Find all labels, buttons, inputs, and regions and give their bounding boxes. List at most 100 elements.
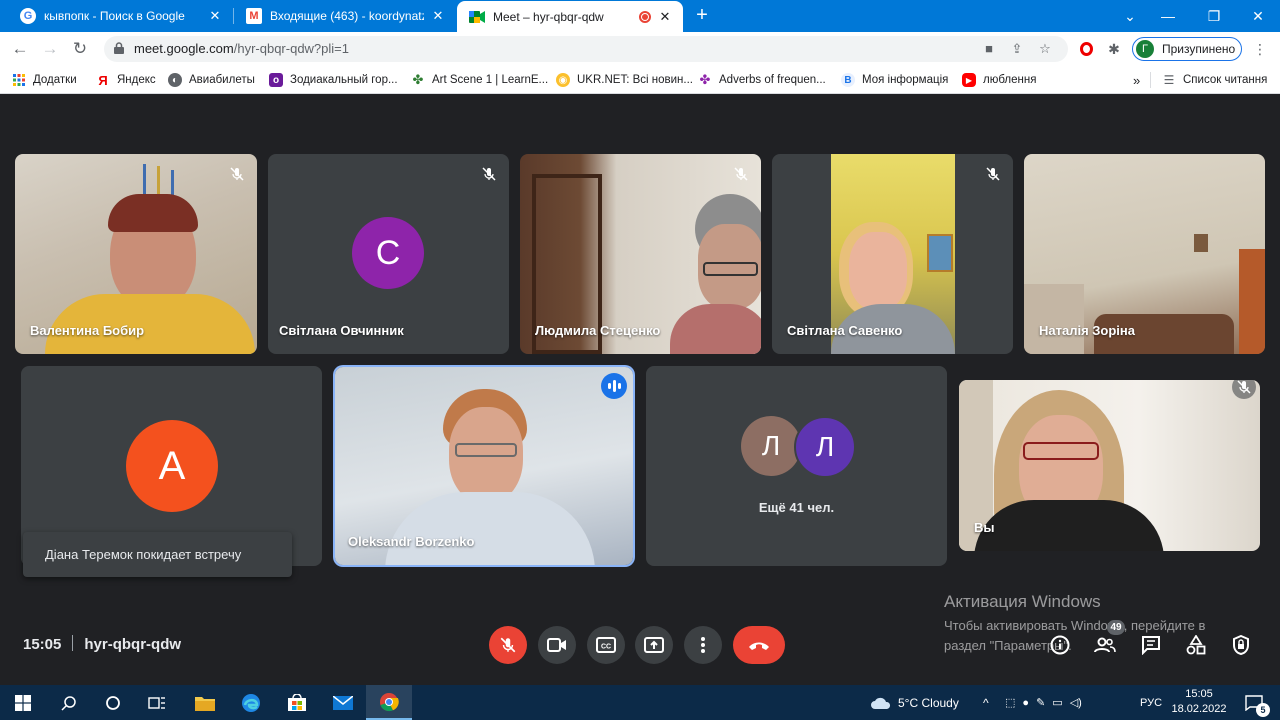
participant-tile[interactable]: Наталія Зоріна — [1024, 154, 1265, 354]
mail-icon[interactable] — [320, 685, 366, 720]
star-icon[interactable]: ☆ — [1036, 41, 1054, 57]
bookmark-apps[interactable]: Додатки — [12, 71, 77, 89]
back-button[interactable]: ← — [8, 37, 32, 61]
bookmark-label: Додатки — [33, 74, 77, 86]
tab-title: кывпопк - Поиск в Google — [44, 9, 185, 23]
pen-icon[interactable]: ✎ — [1036, 696, 1045, 709]
bookmarks-bar: Додатки Я Яндекс ◐ Авиабилеты o Зодиакал… — [0, 66, 1280, 94]
curtain — [1239, 249, 1265, 354]
minimize-button[interactable]: — — [1145, 0, 1191, 32]
speaker-icon[interactable]: ◁) — [1070, 696, 1082, 709]
store-icon[interactable] — [274, 685, 320, 720]
call-end-icon — [749, 642, 769, 650]
url-path: /hyr-qbqr-qdw?pli=1 — [233, 41, 349, 56]
mic-toggle-button[interactable] — [489, 626, 527, 664]
cloud-icon — [871, 697, 891, 709]
meet-tray-icon[interactable]: ⬚ — [1005, 696, 1015, 709]
reading-list-label: Список читання — [1183, 74, 1268, 86]
close-icon[interactable]: ✕ — [207, 8, 223, 24]
camera-icon[interactable]: ■ — [980, 41, 998, 57]
activities-icon[interactable] — [1183, 632, 1209, 658]
participant-tile[interactable]: Світлана Савенко — [772, 154, 1013, 354]
reload-button[interactable]: ↻ — [68, 37, 92, 61]
google-icon: G — [20, 8, 36, 24]
participant-tile[interactable]: С Світлана Овчинник — [268, 154, 509, 354]
notifications-icon[interactable]: 5 — [1234, 685, 1274, 720]
show-hidden-icons[interactable]: ^ — [983, 685, 989, 720]
closed-captions-icon: CC — [596, 637, 616, 653]
people-icon[interactable] — [1092, 632, 1118, 658]
search-icon[interactable] — [46, 685, 92, 720]
muted-mic-icon — [1232, 380, 1256, 399]
muted-mic-icon — [225, 162, 249, 186]
close-window-button[interactable]: ✕ — [1235, 0, 1280, 32]
person-glasses — [703, 262, 758, 276]
clover-purple-icon: ✤ — [699, 72, 711, 87]
address-bar[interactable]: meet.google.com/hyr-qbqr-qdw?pli=1 ■ ⇪ ☆ — [104, 36, 1068, 62]
meeting-details-icon[interactable] — [1047, 632, 1073, 658]
more-options-button[interactable] — [684, 626, 722, 664]
network-icon[interactable]: ▭ — [1052, 696, 1062, 709]
captions-button[interactable]: CC — [587, 626, 625, 664]
forward-button[interactable]: → — [38, 37, 62, 61]
weather-widget[interactable]: 5°C Cloudy — [870, 685, 959, 720]
bookmark-aviabilety[interactable]: ◐ Авиабилеты — [168, 71, 255, 89]
cortana-icon[interactable] — [90, 685, 136, 720]
more-participants-tile[interactable]: Л Л Ещё 41 чел. — [646, 366, 947, 566]
restore-button[interactable]: ❐ — [1191, 0, 1237, 32]
person-glasses — [1023, 442, 1099, 460]
participant-tile[interactable]: Людмила Стеценко — [520, 154, 761, 354]
bookmark-label: Adverbs of frequen... — [719, 74, 826, 86]
videocam-icon — [547, 638, 566, 652]
share-icon[interactable]: ⇪ — [1008, 41, 1026, 57]
bookmark-adverbs[interactable]: ✤ Adverbs of frequen... — [698, 71, 826, 89]
bookmark-label: люблення — [983, 74, 1037, 86]
bookmark-label: Art Scene 1 | LearnE... — [432, 74, 549, 86]
avatar: А — [126, 420, 218, 512]
reading-list[interactable]: ☰ Список читання — [1162, 71, 1268, 89]
menu-icon[interactable]: ⋮ — [1250, 39, 1270, 59]
bookmark-yandex[interactable]: Я Яндекс — [96, 71, 155, 89]
tab-gmail[interactable]: M Входящие (463) - koordynatzia@ ✕ — [234, 0, 456, 32]
tab-meet[interactable]: Meet – hyr-qbqr-qdw ✕ — [457, 1, 683, 32]
bookmark-my-info[interactable]: B Моя інформація — [841, 71, 948, 89]
task-view-icon[interactable] — [134, 685, 180, 720]
bookmark-art-scene[interactable]: ✤ Art Scene 1 | LearnE... — [411, 71, 549, 89]
activation-title: Активация Windows — [944, 592, 1101, 611]
self-view-tile[interactable]: Вы — [959, 380, 1260, 551]
bookmark-youtube[interactable]: ▶ люблення — [962, 71, 1036, 89]
close-icon[interactable]: ✕ — [430, 8, 446, 24]
language-indicator[interactable]: РУС — [1140, 685, 1162, 720]
camera-toggle-button[interactable] — [538, 626, 576, 664]
activation-line2: раздел "Параметры". — [944, 638, 1072, 653]
windows-start-icon[interactable] — [0, 685, 46, 720]
participant-tile-speaking[interactable]: Oleksandr Borzenko — [335, 367, 633, 565]
globe-icon: ◐ — [168, 73, 182, 87]
present-screen-button[interactable] — [635, 626, 673, 664]
participant-tile[interactable]: Валентина Бобир — [15, 154, 257, 354]
mic-off-icon — [500, 637, 516, 653]
close-icon[interactable]: ✕ — [657, 9, 673, 25]
participant-name: Людмила Стеценко — [535, 323, 661, 338]
ukrnet-icon: ◉ — [556, 73, 570, 87]
system-clock[interactable]: 15:05 18.02.2022 — [1167, 687, 1231, 717]
tab-google-search[interactable]: G кывпопк - Поиск в Google ✕ — [8, 0, 233, 32]
extensions-icon[interactable]: ✱ — [1104, 39, 1124, 59]
chrome-icon[interactable] — [366, 685, 412, 720]
bookmark-zodiac[interactable]: o Зодиакальный гор... — [269, 71, 398, 89]
microphone-icon[interactable]: ● — [1022, 697, 1029, 709]
bookmark-ukrnet[interactable]: ◉ UKR.NET: Всі новин... — [556, 71, 693, 89]
profile-button[interactable]: Г Призупинено — [1132, 37, 1242, 61]
windows-taskbar: 5°C Cloudy ^ ⬚ ● ✎ ▭ ◁) РУС 15:05 18.02.… — [0, 685, 1280, 720]
leave-notification-toast: Діана Теремок покидает встречу — [23, 532, 292, 577]
leave-call-button[interactable] — [733, 626, 785, 664]
muted-mic-icon — [981, 162, 1005, 186]
lock-icon — [114, 42, 124, 54]
edge-icon[interactable] — [228, 685, 274, 720]
host-controls-icon[interactable] — [1228, 632, 1254, 658]
bookmarks-overflow[interactable]: » — [1133, 71, 1140, 89]
opera-extension-icon[interactable] — [1076, 39, 1096, 59]
chat-icon[interactable] — [1138, 632, 1164, 658]
new-tab-button[interactable]: + — [690, 4, 714, 28]
file-explorer-icon[interactable] — [182, 685, 228, 720]
